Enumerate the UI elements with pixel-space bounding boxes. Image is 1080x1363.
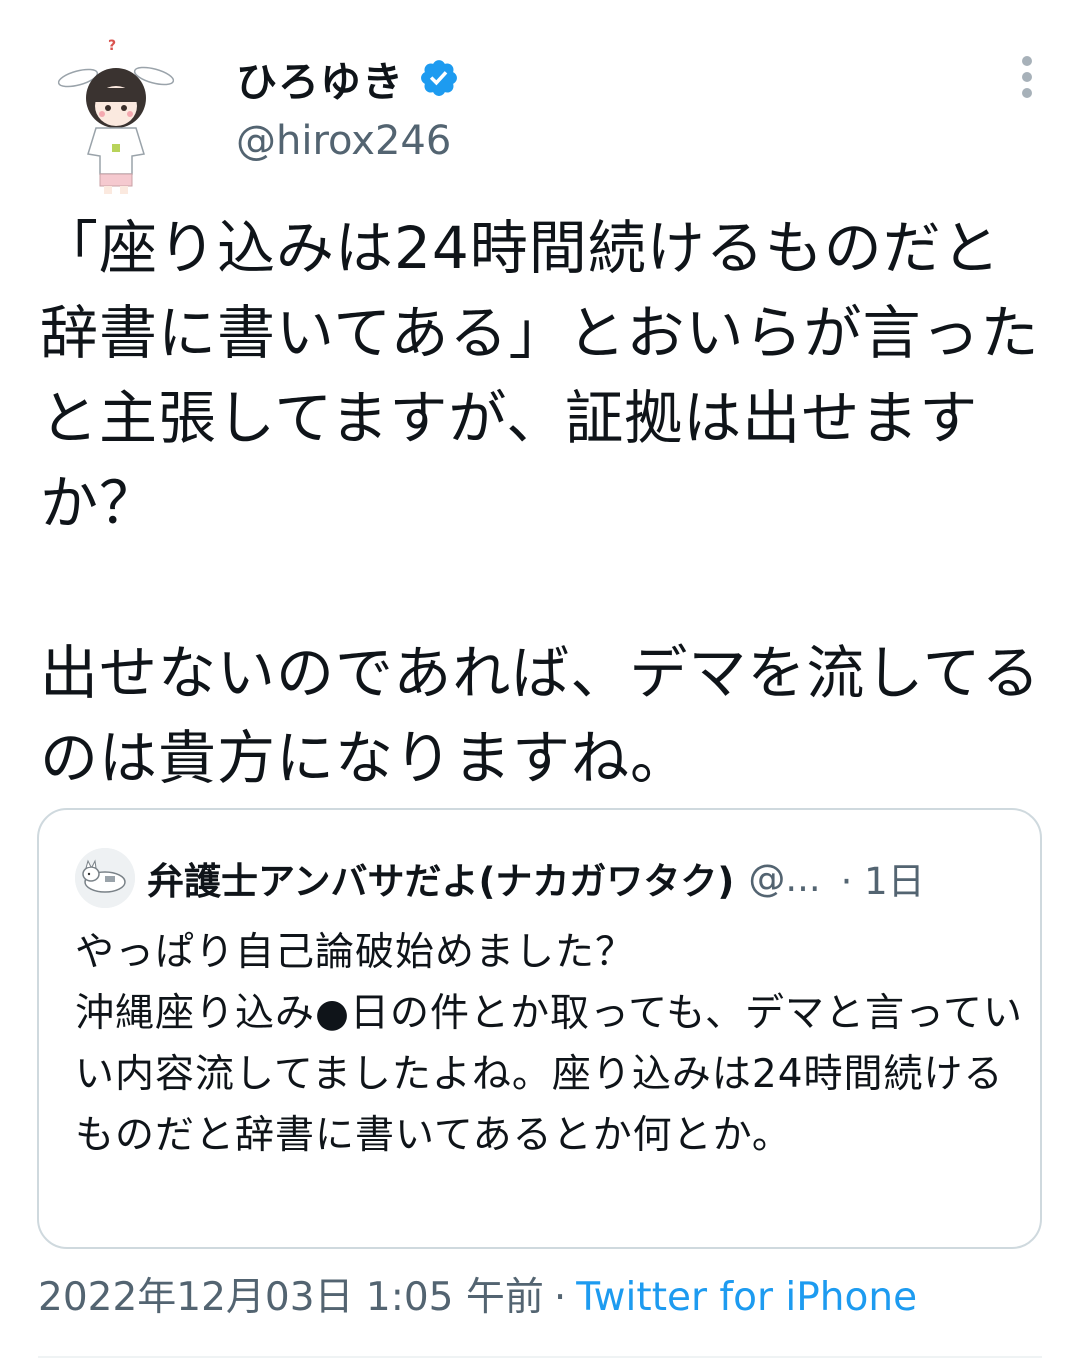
tweet-body: 「座り込みは24時間続けるものだと辞書に書いてある」とおいらが言ったと主張してま… <box>40 214 1041 792</box>
meta-separator: · <box>553 1275 567 1320</box>
quoted-tweet-time[interactable]: · 1日 <box>841 851 925 905</box>
quoted-tweet-body: やっぱり自己論破始めました？ 沖縄座り込み●日の件とか取っても、デマと言っていい… <box>75 930 1024 1158</box>
quoted-author-name[interactable]: 弁護士アンバサだよ(ナカガワタク) <box>147 851 734 905</box>
quoted-tweet-header: 弁護士アンバサだよ(ナカガワタク) @... · 1日 <box>147 848 1017 908</box>
author-name-row[interactable]: ひろゆき <box>236 48 460 108</box>
author-avatar[interactable]: ? <box>56 36 176 196</box>
quoted-author-avatar <box>75 848 135 908</box>
tweet-source-link[interactable]: Twitter for iPhone <box>576 1275 917 1320</box>
verified-badge-icon <box>418 57 460 99</box>
divider <box>38 1356 1042 1358</box>
tweet-timestamp[interactable]: 2022年12月03日 1:05 午前 <box>38 1275 544 1320</box>
quoted-tweet-card[interactable]: 弁護士アンバサだよ(ナカガワタク) @... · 1日 やっぱり自己論破始めまし… <box>37 808 1042 1249</box>
tweet-meta: 2022年12月03日 1:05 午前 · Twitter for iPhone <box>38 1270 917 1326</box>
more-vertical-icon[interactable] <box>1020 56 1034 98</box>
svg-text:?: ? <box>108 38 116 54</box>
author-display-name[interactable]: ひろゆき <box>236 48 404 108</box>
author-handle[interactable]: @hirox246 <box>236 118 451 164</box>
quoted-author-handle[interactable]: @... <box>748 857 820 900</box>
